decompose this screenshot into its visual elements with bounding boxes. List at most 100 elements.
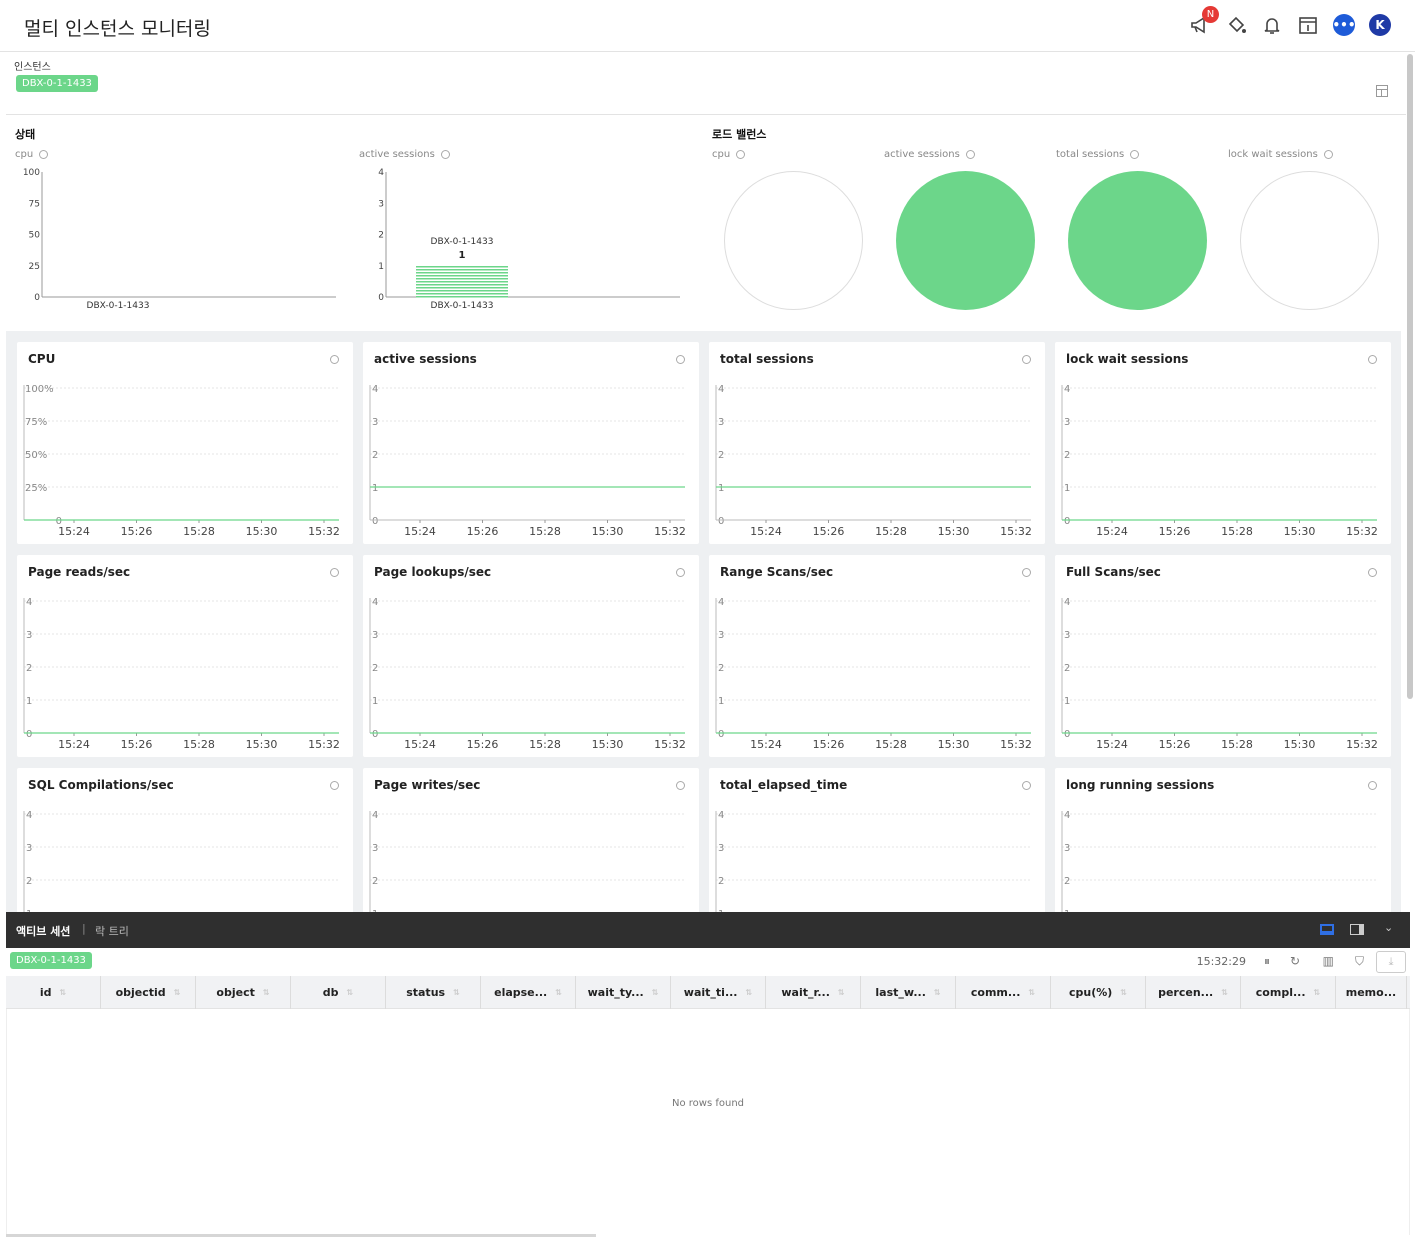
chart-card: total sessions 4 3 2 1 0 15:24 15:26 15:28 15:30 1… [709, 342, 1045, 544]
x-tick-label: 15:28 [1221, 738, 1253, 751]
x-tick-label: 15:32 [308, 738, 340, 751]
refresh-icon[interactable]: ↻ [1290, 954, 1300, 968]
filter-icon[interactable]: ⛉ [1355, 954, 1364, 969]
column-header[interactable]: compl... ⇅ [1241, 976, 1336, 1009]
y-tick-label: 25% [25, 483, 47, 494]
y-tick-label: 3 [1064, 630, 1070, 641]
sort-icon[interactable]: ⇅ [347, 988, 354, 997]
y-tick-label: 0 [718, 516, 724, 527]
y-tick-label: 4 [26, 810, 32, 821]
panel-instance-chip[interactable]: DBX-0-1-1433 [10, 952, 92, 969]
column-header[interactable]: objectid ⇅ [101, 976, 196, 1009]
paint-bucket-icon[interactable] [1223, 12, 1249, 38]
lb-total-label: total sessions [1056, 149, 1140, 160]
status-active-chart: 4 3 2 1 0 DBX-0-1-1433 DBX-0-1-1433 1 [350, 166, 690, 316]
chart-card: Page writes/sec4321 [363, 768, 699, 912]
y-tick-label: 1 [718, 483, 724, 494]
megaphone-icon[interactable]: N [1187, 6, 1219, 38]
y-tick-label: 50 [29, 231, 41, 241]
tab-lock-tree[interactable]: 락 트리 [95, 923, 129, 939]
column-header-label: last_w... [875, 986, 926, 999]
status-title: 상태 [15, 128, 36, 141]
refresh-time: 15:32:29 [1196, 955, 1246, 968]
pie-total-sessions[interactable] [1068, 171, 1207, 310]
line-chart-svg: 100%75%50%25%015:24 15:26 15:28 15:30 15:32 [23, 384, 340, 538]
sort-icon[interactable]: ⇅ [1314, 988, 1321, 997]
pie-lock-wait-sessions[interactable] [1240, 171, 1379, 310]
gear-icon[interactable] [440, 149, 450, 159]
x-tick-label: 15:26 [1159, 738, 1191, 751]
y-tick-label: 0 [378, 293, 384, 303]
column-header[interactable]: wait_ti... ⇅ [671, 976, 766, 1009]
sort-icon[interactable]: ⇅ [652, 988, 659, 997]
sort-icon[interactable]: ⇅ [1120, 988, 1127, 997]
y-tick-label: 1 [26, 696, 32, 707]
pie-cpu[interactable] [724, 171, 863, 310]
x-tick-label: 15:28 [529, 738, 561, 751]
pause-icon[interactable]: ⏸ [1264, 954, 1270, 969]
columns-icon[interactable]: ▥ [1323, 954, 1334, 968]
x-tick-label: 15:32 [1000, 738, 1032, 751]
sort-icon[interactable]: ⇅ [174, 988, 181, 997]
chart-card: total_elapsed_time4321 [709, 768, 1045, 912]
gear-icon[interactable] [1323, 149, 1333, 159]
calendar-icon[interactable] [1295, 12, 1321, 38]
gear-icon[interactable] [1130, 149, 1140, 159]
line-chart-svg: 4321 [369, 810, 685, 912]
layout-icon[interactable] [1376, 85, 1388, 97]
tab-active-sessions[interactable]: 액티브 세션 [16, 923, 70, 939]
x-tick-label: 15:28 [875, 738, 907, 751]
column-header[interactable]: object ⇅ [196, 976, 291, 1009]
y-tick-label: 4 [1064, 810, 1070, 821]
y-tick-label: 100% [25, 384, 54, 395]
y-tick-label: 4 [378, 168, 384, 178]
sort-icon[interactable]: ⇅ [838, 988, 845, 997]
sort-icon[interactable]: ⇅ [934, 988, 941, 997]
sort-icon[interactable]: ⇅ [59, 988, 66, 997]
sort-icon[interactable]: ⇅ [1028, 988, 1035, 997]
avatar[interactable]: K [1367, 12, 1393, 38]
sort-icon[interactable]: ⇅ [453, 988, 460, 997]
y-tick-label: 4 [718, 384, 724, 395]
column-header-label: object [216, 986, 255, 999]
header-icons: N ••• K [1187, 6, 1393, 38]
instance-chip[interactable]: DBX-0-1-1433 [16, 75, 98, 92]
sort-icon[interactable]: ⇅ [555, 988, 562, 997]
pie-active-sessions[interactable] [896, 171, 1035, 310]
gear-icon[interactable] [965, 149, 975, 159]
column-header[interactable]: wait_r... ⇅ [766, 976, 861, 1009]
column-header[interactable]: percen... ⇅ [1146, 976, 1241, 1009]
column-header[interactable]: cpu(%) ⇅ [1051, 976, 1146, 1009]
gear-icon[interactable] [39, 149, 49, 159]
column-header[interactable]: comm... ⇅ [956, 976, 1051, 1009]
y-tick-label: 4 [718, 597, 724, 608]
dock-bottom-icon[interactable] [1320, 924, 1334, 935]
column-header[interactable]: db ⇅ [291, 976, 386, 1009]
column-header[interactable]: elapse... ⇅ [481, 976, 576, 1009]
column-header[interactable]: status ⇅ [386, 976, 481, 1009]
chat-icon[interactable]: ••• [1331, 12, 1357, 38]
bell-icon[interactable] [1259, 12, 1285, 38]
lb-active-label: active sessions [884, 149, 975, 160]
y-tick-label: 2 [1064, 876, 1070, 887]
line-chart-svg: 4 3 2 1 0 15:24 15:26 15:28 15:30 15:32 [1061, 597, 1378, 751]
dock-right-icon[interactable] [1350, 924, 1364, 935]
x-tick-label: 15:30 [246, 525, 278, 538]
column-header[interactable]: id ⇅ [6, 976, 101, 1009]
sort-icon[interactable]: ⇅ [263, 988, 270, 997]
chevron-down-icon[interactable]: ⌄ [1384, 921, 1396, 934]
x-tick-label: 15:30 [1284, 738, 1316, 751]
load-balance-title: 로드 밸런스 [712, 128, 767, 141]
column-header[interactable]: last_w... ⇅ [861, 976, 956, 1009]
y-tick-label: 4 [372, 810, 378, 821]
column-header[interactable]: wait_ty... ⇅ [576, 976, 671, 1009]
column-header-label: comm... [970, 986, 1021, 999]
sort-icon[interactable]: ⇅ [1221, 988, 1228, 997]
vertical-scrollbar[interactable] [1407, 54, 1413, 699]
sort-icon[interactable]: ⇅ [745, 988, 752, 997]
gear-icon[interactable] [736, 149, 746, 159]
download-button[interactable]: ⤓ [1376, 951, 1406, 973]
column-header-label: wait_ti... [683, 986, 738, 999]
column-header[interactable]: memo... [1336, 976, 1407, 1009]
status-section: 상태 cpu active sessions 100 75 50 25 0 DBX-0-1… [6, 116, 1406, 330]
